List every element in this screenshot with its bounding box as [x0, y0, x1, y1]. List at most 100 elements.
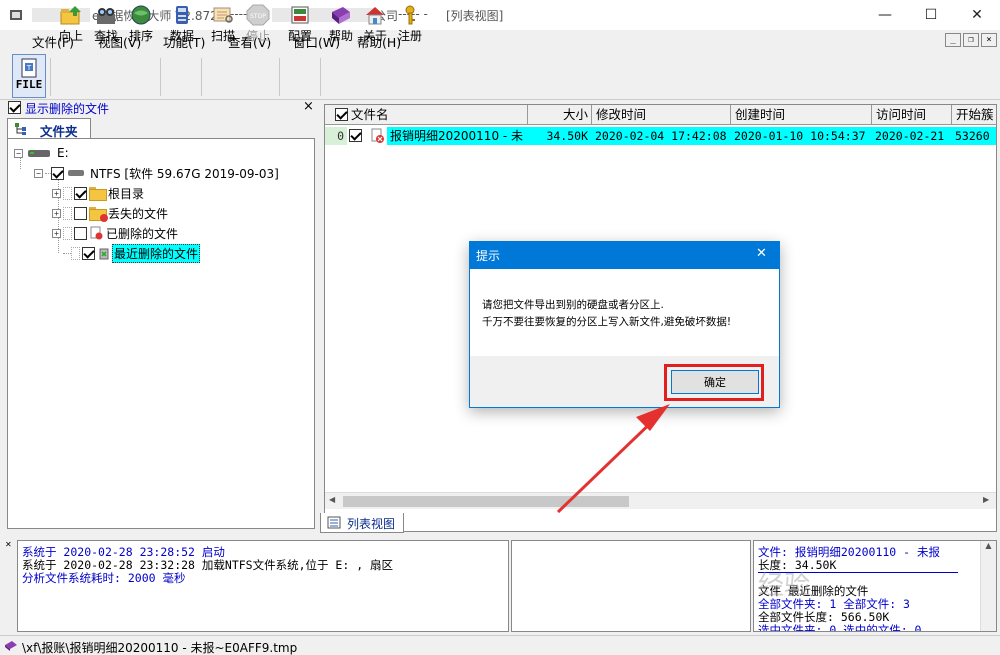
register-button[interactable]: 注册: [393, 4, 427, 48]
scroll-left-icon[interactable]: ◀: [329, 495, 335, 504]
expand-icon[interactable]: +: [52, 228, 61, 238]
table-row[interactable]: 0 报销明细20200110 - 未 34.50K 2020-02-04 17:…: [325, 127, 996, 145]
scroll-up-icon[interactable]: ▲: [981, 541, 996, 550]
stop-button[interactable]: STOP 停止: [241, 4, 275, 48]
recycle-bin-icon: [99, 248, 109, 260]
tree-item-label: 根目录: [108, 186, 145, 201]
tree-item-lost[interactable]: + 丢失的文件: [52, 204, 168, 222]
deleted-checkbox[interactable]: [74, 226, 87, 240]
tree-item-label: E:: [57, 146, 69, 160]
help-button[interactable]: 帮助: [324, 4, 358, 48]
detail-log: [511, 540, 751, 632]
tab-list-view[interactable]: 列表视图: [320, 513, 404, 533]
system-log: 系统于 2020-02-28 23:28:52 启动 系统于 2020-02-2…: [17, 540, 509, 632]
up-button[interactable]: 向上: [54, 4, 88, 48]
tree-item-root[interactable]: + 根目录: [52, 184, 144, 202]
vertical-scrollbar[interactable]: ▲: [980, 541, 996, 631]
about-house-icon: [366, 7, 384, 25]
tree-connector: [63, 206, 72, 220]
tree-item-deleted[interactable]: + 已删除的文件: [52, 224, 178, 242]
config-button[interactable]: 配置: [283, 4, 317, 48]
horizontal-scrollbar[interactable]: ◀ ▶: [325, 492, 996, 509]
show-deleted-label: 显示删除的文件: [25, 102, 110, 116]
deleted-file-icon: [90, 226, 103, 240]
tree-connector: [63, 226, 72, 240]
toolbar-separator: [160, 58, 161, 96]
app-icon: [10, 10, 22, 20]
col-header-size[interactable]: 大小: [528, 105, 592, 125]
tab-list-view-label: 列表视图: [347, 517, 396, 531]
tree-item-partition[interactable]: − NTFS [软件 59.67G 2019-09-03]: [34, 164, 279, 182]
dialog-body: 请您把文件导出到别的硬盘或者分区上. 千万不要往要恢复的分区上写入新文件,避免破…: [470, 269, 779, 356]
row-modified: 2020-02-04 17:42:08: [592, 127, 731, 145]
partition-icon: [68, 170, 84, 176]
row-checkbox-wrap: [349, 129, 362, 145]
select-all-checkbox[interactable]: [335, 108, 348, 121]
scan-icon: [213, 7, 233, 23]
col-header-modified[interactable]: 修改时间: [592, 105, 731, 125]
deleted-file-icon: [371, 128, 384, 143]
log-line: 分析文件系统耗时: 2000 毫秒: [22, 571, 186, 585]
row-start-cluster: 53260: [952, 127, 996, 145]
sort-button-label: 排序: [128, 29, 153, 43]
help-book-icon: [332, 7, 350, 24]
expand-icon[interactable]: +: [52, 188, 61, 198]
register-key-icon: [405, 5, 415, 25]
tree-tab-icon: [15, 123, 26, 135]
row-checkbox[interactable]: [349, 129, 362, 142]
tree-item-drive[interactable]: − E:: [14, 144, 69, 162]
expand-icon[interactable]: +: [52, 208, 61, 218]
show-deleted-checkbox[interactable]: [8, 101, 21, 114]
status-bar: \xf\报账\报销明细20200110 - 未报~E0AFF9.tmp: [0, 635, 1000, 655]
file-list-header: 文件名 大小 修改时间 创建时间 访问时间 开始簇: [325, 105, 996, 125]
find-button[interactable]: 查找: [89, 4, 123, 48]
left-pane-header: 显示删除的文件 ×: [5, 99, 318, 117]
minimize-button[interactable]: —: [862, 0, 908, 30]
close-button[interactable]: ✕: [954, 0, 1000, 30]
toolbar-separator: [201, 58, 202, 96]
left-pane-close-button[interactable]: ×: [303, 99, 314, 114]
root-checkbox[interactable]: [74, 186, 87, 200]
recent-deleted-checkbox[interactable]: [82, 246, 95, 260]
mdi-close-button[interactable]: ×: [981, 33, 997, 47]
dialog-close-button[interactable]: ✕: [756, 246, 767, 261]
status-file-icon: [5, 641, 17, 651]
find-button-label: 查找: [93, 29, 118, 43]
sort-icon: [131, 5, 151, 25]
maximize-button[interactable]: ☐: [908, 0, 954, 30]
col-header-accessed[interactable]: 访问时间: [872, 105, 952, 125]
col-header-name[interactable]: 文件名: [325, 105, 528, 125]
about-button[interactable]: 关于: [358, 4, 392, 48]
folder-icon: [89, 187, 107, 201]
lost-checkbox[interactable]: [74, 206, 87, 220]
file-button[interactable]: T FILE: [12, 54, 46, 98]
scroll-right-icon[interactable]: ▶: [983, 495, 989, 504]
tree-connector: [63, 186, 72, 200]
tree-item-recent-deleted[interactable]: 最近删除的文件: [63, 243, 201, 263]
watermark: 经验: [758, 571, 811, 601]
mdi-minimize-button[interactable]: _: [945, 33, 961, 47]
help-button-label: 帮助: [328, 29, 353, 43]
data-button[interactable]: 数据: [165, 4, 199, 48]
tree-item-label: 丢失的文件: [108, 206, 169, 221]
mdi-restore-button[interactable]: ❐: [963, 33, 979, 47]
data-icon: [176, 6, 188, 24]
row-index: 0: [325, 127, 347, 145]
col-header-start-cluster[interactable]: 开始簇: [952, 105, 996, 125]
sort-button[interactable]: 排序: [124, 4, 158, 48]
toolbar-separator: [279, 58, 280, 96]
tab-folder[interactable]: 文件夹: [7, 118, 91, 140]
partition-checkbox[interactable]: [51, 166, 64, 180]
find-icon: [97, 8, 115, 24]
scan-button[interactable]: 扫描: [206, 4, 240, 48]
data-button-label: 数据: [169, 29, 194, 43]
col-header-created[interactable]: 创建时间: [731, 105, 872, 125]
collapse-icon[interactable]: −: [14, 148, 23, 158]
log-area: ✕ 系统于 2020-02-28 23:28:52 启动 系统于 2020-02…: [5, 537, 997, 632]
scan-button-label: 扫描: [210, 29, 235, 43]
dialog-message-line1: 请您把文件导出到别的硬盘或者分区上.: [482, 299, 664, 311]
collapse-icon[interactable]: −: [34, 168, 43, 178]
scrollbar-thumb[interactable]: [343, 496, 629, 507]
file-doc-icon: T: [21, 58, 37, 78]
svg-text:T: T: [26, 64, 32, 72]
